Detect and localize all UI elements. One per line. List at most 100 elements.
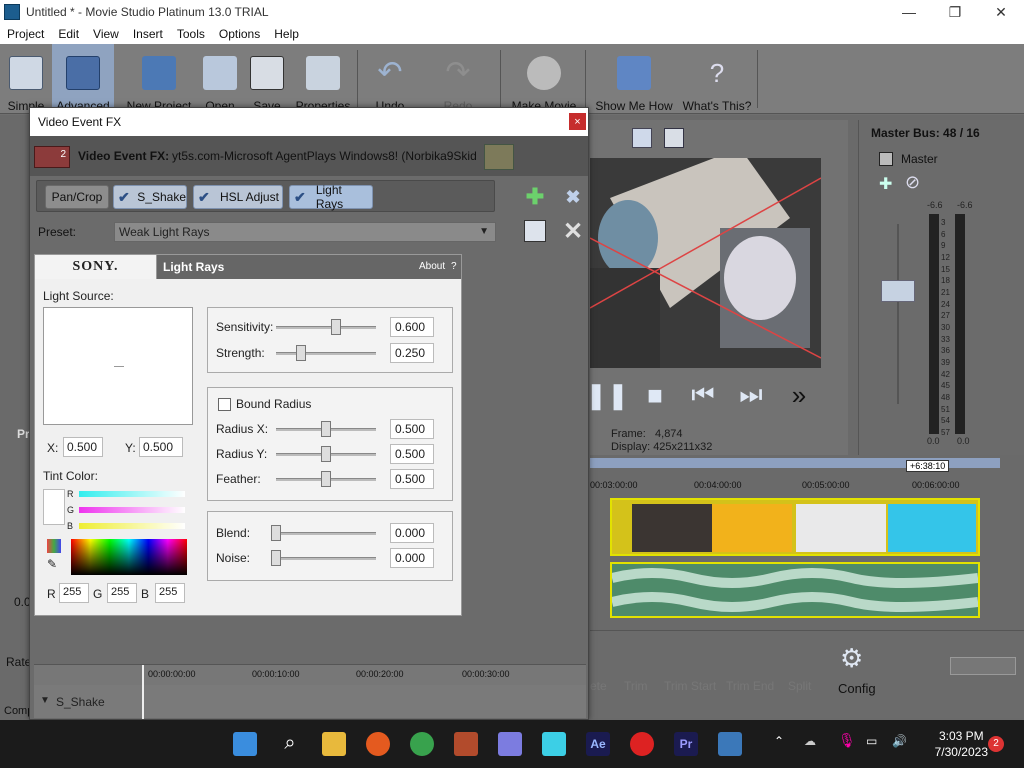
make-movie-button[interactable]: Make Movie	[510, 44, 578, 114]
simple-button[interactable]: Simple	[4, 44, 48, 114]
add-fx-icon[interactable]: ✚	[522, 184, 548, 210]
notepad-icon[interactable]	[542, 732, 566, 756]
checkmark-icon[interactable]: ✔	[118, 189, 131, 205]
blue-channel-slider[interactable]	[79, 523, 185, 529]
noise-track[interactable]	[276, 557, 376, 560]
blend-track[interactable]	[276, 532, 376, 535]
remove-fx-icon[interactable]: ✖	[560, 184, 586, 210]
radius-y-value[interactable]: 0.500	[390, 444, 434, 464]
zoom-field[interactable]	[950, 657, 1016, 675]
cloud-icon[interactable]: ☁	[804, 734, 816, 748]
color-spectrum-picker[interactable]	[71, 539, 187, 575]
system-clock[interactable]: 3:03 PM 7/30/2023	[935, 728, 988, 760]
trim-end-button[interactable]: Trim End	[726, 679, 774, 693]
x-field[interactable]: 0.500	[63, 437, 103, 457]
about-link[interactable]: About	[419, 261, 445, 272]
save-snapshot-icon[interactable]	[664, 128, 684, 148]
help-link[interactable]: ?	[451, 261, 457, 272]
chrome-icon[interactable]	[410, 732, 434, 756]
green-channel-slider[interactable]	[79, 507, 185, 513]
menu-options[interactable]: Options	[212, 27, 267, 41]
fx-hsl-adjust-button[interactable]: ✔ HSL Adjust	[193, 185, 283, 209]
network-icon[interactable]: ▭	[866, 734, 877, 748]
show-me-how-button[interactable]: Show Me How	[594, 44, 674, 114]
checkmark-icon[interactable]: ✔	[198, 189, 214, 205]
fx-light-rays-button[interactable]: ✔ Light Rays	[289, 183, 373, 211]
fx-pan-crop-button[interactable]: Pan/Crop	[45, 185, 109, 209]
config-button[interactable]: Config	[838, 681, 876, 696]
undo-button[interactable]: ↶ Undo	[368, 44, 412, 114]
light-source-marker[interactable]	[114, 366, 124, 367]
keyframe-ruler[interactable]: 00:00:00:00 00:00:10:00 00:00:20:00 00:0…	[34, 665, 586, 685]
keyframe-cursor[interactable]	[142, 665, 144, 719]
light-source-picker[interactable]	[43, 307, 193, 425]
new-project-button[interactable]: New Project	[124, 44, 194, 114]
sensitivity-track[interactable]	[276, 326, 376, 329]
red-value-field[interactable]: 255	[59, 583, 89, 603]
tint-swatch[interactable]	[43, 489, 65, 525]
y-field[interactable]: 0.500	[139, 437, 183, 457]
video-clip[interactable]	[610, 498, 980, 556]
maximize-button[interactable]: ❐	[932, 0, 978, 24]
trim-start-button[interactable]: Trim Start	[664, 679, 716, 693]
menu-edit[interactable]: Edit	[51, 27, 86, 41]
save-preset-icon[interactable]	[524, 220, 546, 242]
master-fx-icon[interactable]	[879, 152, 893, 166]
fx-s-shake-button[interactable]: ✔ S_Shake	[113, 185, 187, 209]
strength-track[interactable]	[276, 352, 376, 355]
firefox-icon[interactable]	[366, 732, 390, 756]
notification-badge[interactable]: 2	[988, 736, 1004, 752]
fast-forward-button[interactable]: »	[784, 380, 814, 410]
red-channel-slider[interactable]	[79, 491, 185, 497]
app-icon[interactable]	[498, 732, 522, 756]
preset-dropdown[interactable]: Weak Light Rays ▼	[114, 222, 496, 242]
bus-add-icon[interactable]: ✚	[879, 174, 892, 194]
color-palette-icon[interactable]	[47, 539, 61, 553]
microphone-icon[interactable]: 🎙	[838, 732, 856, 749]
advanced-button[interactable]: Advanced	[52, 44, 114, 114]
minimize-button[interactable]: —	[886, 0, 932, 24]
split-button[interactable]: Split	[788, 679, 811, 693]
blend-thumb[interactable]	[271, 525, 281, 541]
noise-value[interactable]: 0.000	[390, 548, 434, 568]
feather-value[interactable]: 0.500	[390, 469, 434, 489]
strength-value[interactable]: 0.250	[390, 343, 434, 363]
eyedropper-icon[interactable]: ✎	[47, 557, 57, 571]
menu-tools[interactable]: Tools	[170, 27, 212, 41]
fx-chain-toggle-button[interactable]	[484, 144, 514, 170]
menu-help[interactable]: Help	[267, 27, 306, 41]
properties-button[interactable]: Properties	[294, 44, 352, 114]
archive-app-icon[interactable]	[454, 732, 478, 756]
bound-radius-checkbox[interactable]	[218, 398, 231, 411]
search-icon[interactable]: ⌕	[278, 732, 302, 756]
radius-x-value[interactable]: 0.500	[390, 419, 434, 439]
chevron-up-icon[interactable]: ⌃	[774, 734, 784, 748]
after-effects-icon[interactable]: Ae	[586, 732, 610, 756]
feather-thumb[interactable]	[321, 471, 331, 487]
copy-snapshot-icon[interactable]	[632, 128, 652, 148]
save-button[interactable]: Save	[248, 44, 286, 114]
next-frame-button[interactable]: ⏭	[736, 379, 766, 410]
volume-icon[interactable]: 🔊	[892, 734, 907, 748]
previous-frame-button[interactable]: ⏮	[688, 379, 718, 410]
stop-button[interactable]: ■	[640, 380, 670, 410]
blend-value[interactable]: 0.000	[390, 523, 434, 543]
whats-this-button[interactable]: ? What's This?	[682, 44, 752, 114]
audio-clip[interactable]	[610, 562, 980, 618]
premiere-icon[interactable]: Pr	[674, 732, 698, 756]
redo-button[interactable]: ↷ Redo	[436, 44, 480, 114]
sensitivity-thumb[interactable]	[331, 319, 341, 335]
delete-preset-icon[interactable]: ✕	[560, 218, 586, 245]
close-button[interactable]: ✕	[978, 0, 1024, 24]
blue-value-field[interactable]: 255	[155, 583, 185, 603]
radius-y-thumb[interactable]	[321, 446, 331, 462]
menu-view[interactable]: View	[86, 27, 126, 41]
pause-button[interactable]: ❚❚	[585, 380, 629, 410]
trim-button[interactable]: Trim	[624, 679, 648, 693]
dialog-close-button[interactable]: ×	[569, 113, 586, 130]
sensitivity-value[interactable]: 0.600	[390, 317, 434, 337]
collapse-icon[interactable]: ▼	[40, 695, 50, 706]
file-explorer-icon[interactable]	[322, 732, 346, 756]
noise-thumb[interactable]	[271, 550, 281, 566]
menu-insert[interactable]: Insert	[126, 27, 170, 41]
